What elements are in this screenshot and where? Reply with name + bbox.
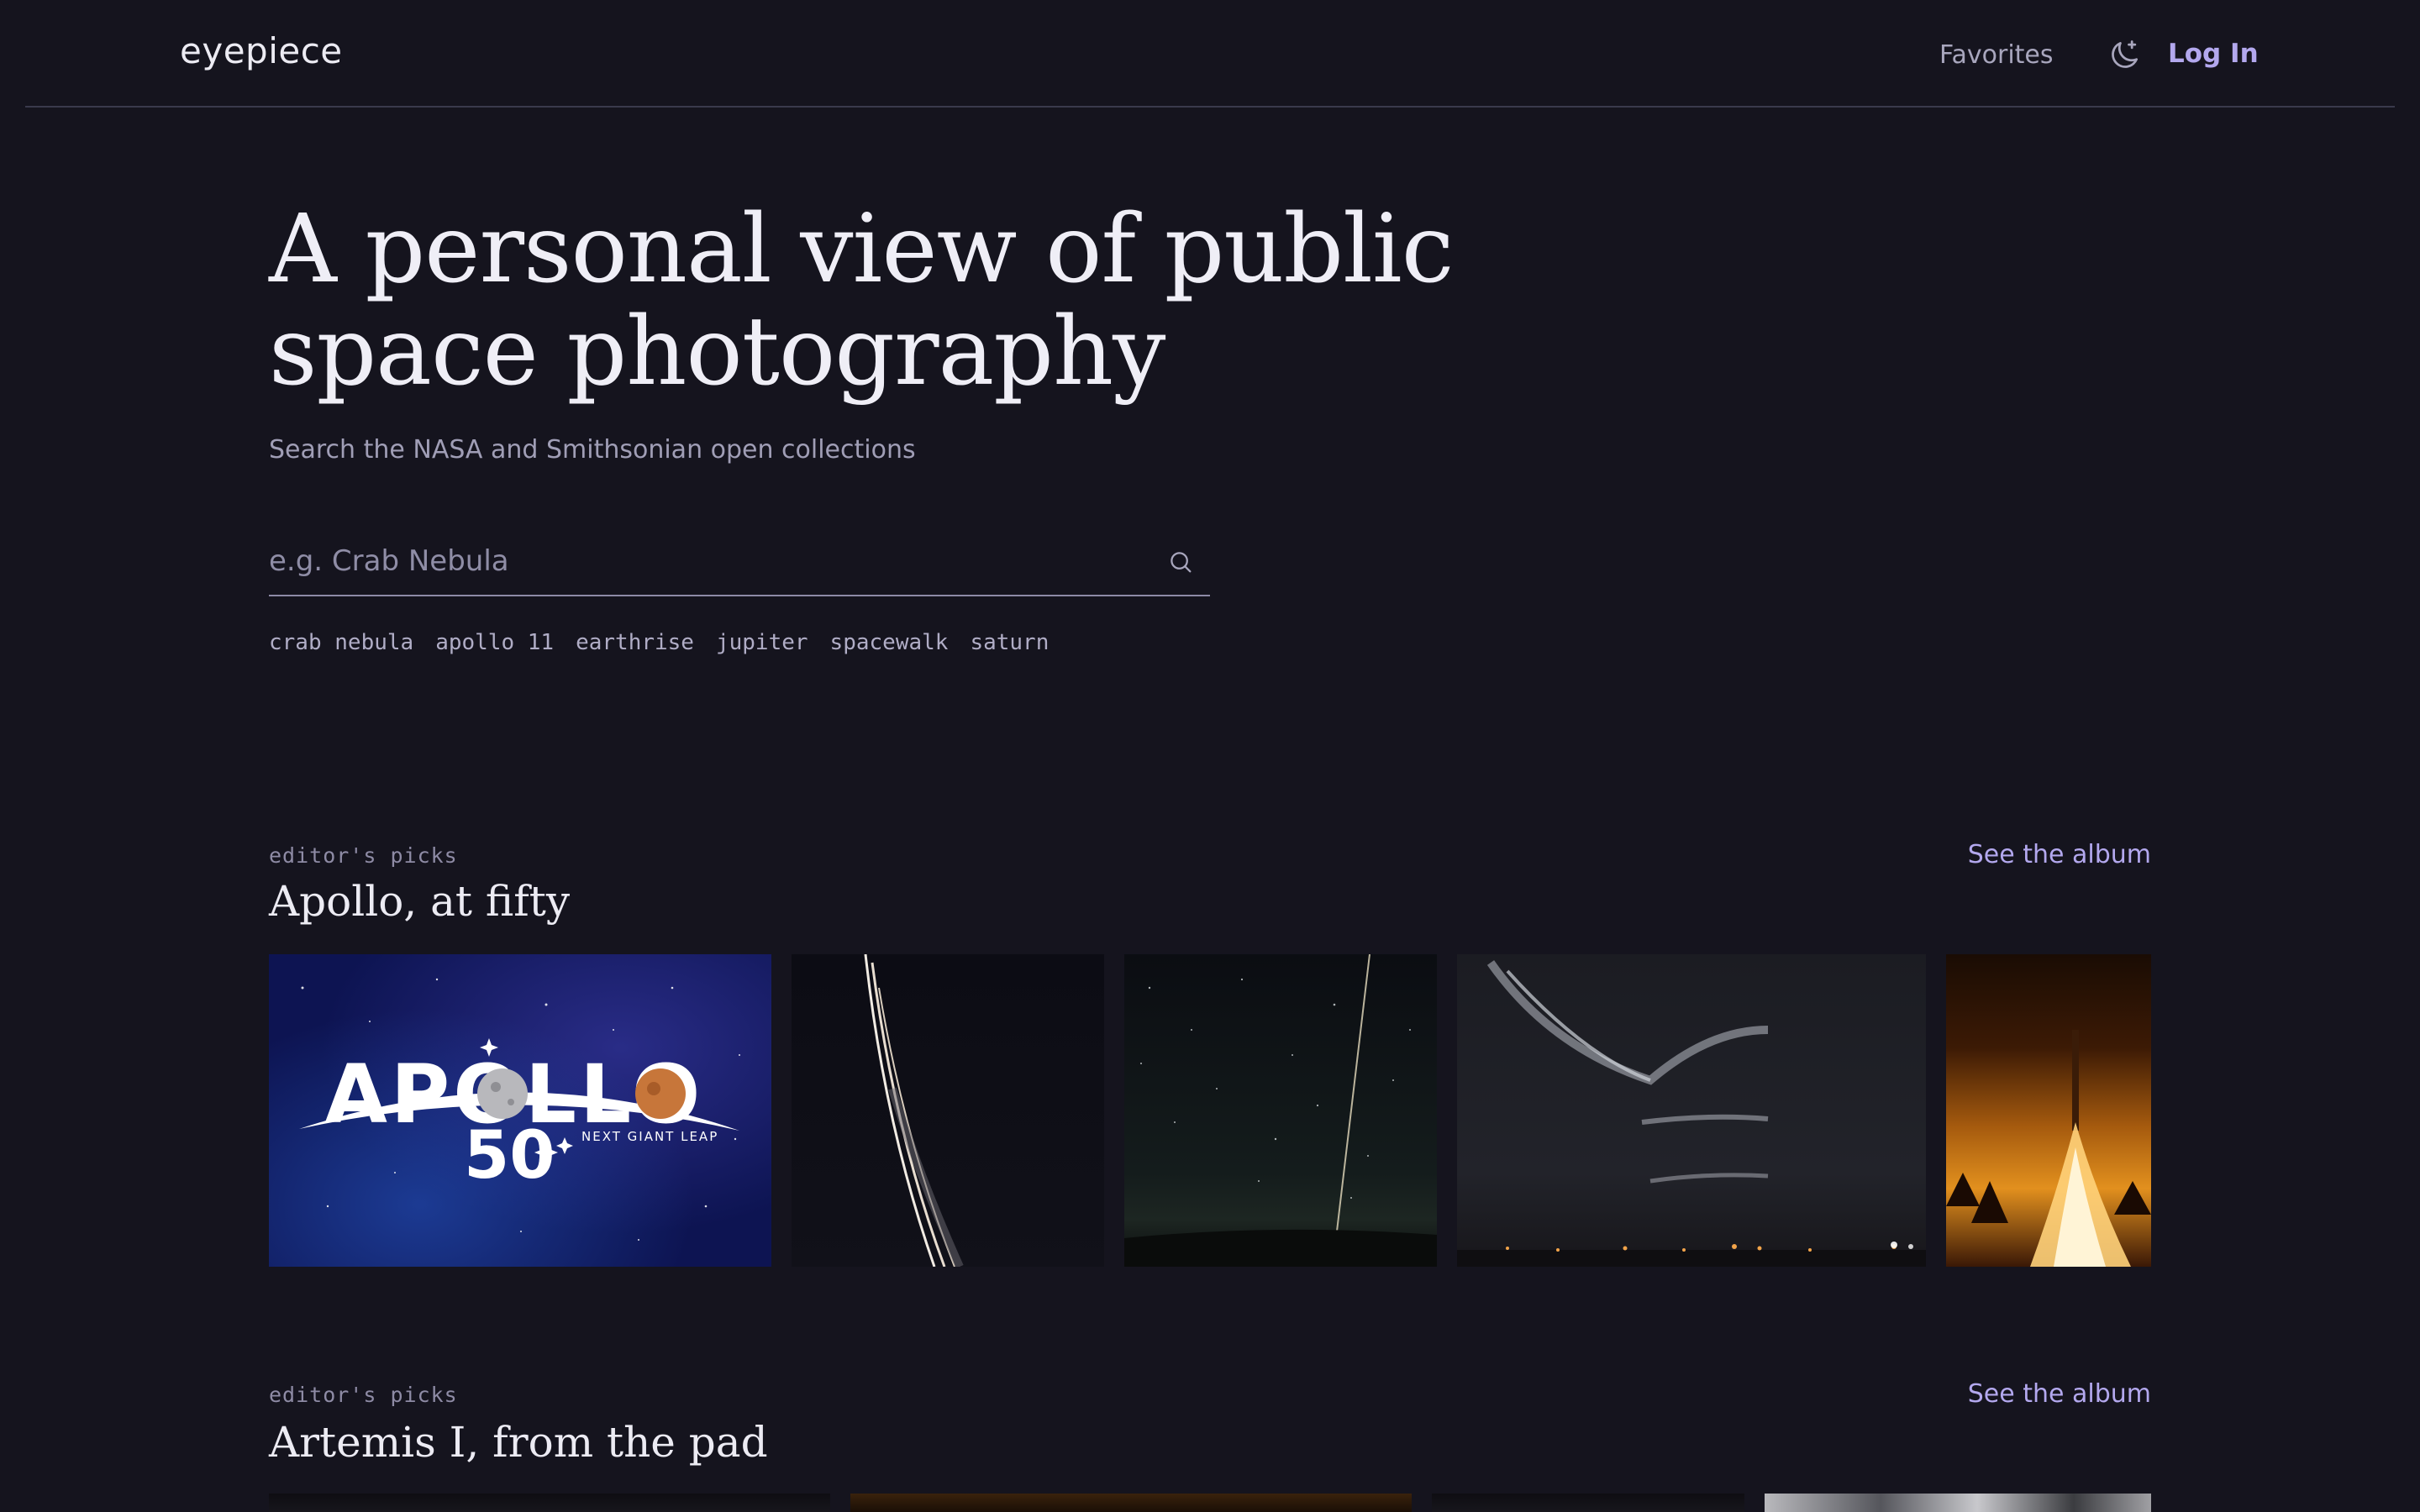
tag-earthrise[interactable]: earthrise	[576, 630, 694, 655]
hero-subtitle: Search the NASA and Smithsonian open col…	[269, 435, 916, 465]
album-title: Artemis I, from the pad	[269, 1418, 768, 1467]
tag-spacewalk[interactable]: spacewalk	[830, 630, 949, 655]
search-icon[interactable]	[1166, 548, 1195, 576]
rocket-launch-image	[1946, 1030, 2151, 1267]
see-album-link[interactable]: See the album	[1933, 1379, 2151, 1409]
star-sky-image	[1124, 954, 1437, 1267]
album-thumbnail[interactable]	[1765, 1494, 2151, 1512]
night-clouds-image	[1457, 960, 1926, 1267]
see-album-link[interactable]: See the album	[1933, 840, 2151, 869]
hero-title: A personal view of public space photogra…	[269, 198, 1613, 403]
tag-saturn[interactable]: saturn	[970, 630, 1049, 655]
album-kicker: editor's picks	[269, 843, 458, 868]
suggested-searches: crab nebula apollo 11 earthrise jupiter …	[269, 630, 1049, 655]
album-thumbnail[interactable]	[1946, 954, 2151, 1267]
album-thumbnail[interactable]	[1432, 1494, 1744, 1512]
hero-title-line-2: space photography	[269, 297, 1165, 407]
launch-streak-image	[864, 954, 964, 1267]
hero-title-line-1: A personal view of public	[269, 195, 1454, 304]
search-input[interactable]	[269, 531, 1126, 591]
apollo-logo-number: 50	[464, 1118, 555, 1194]
moon-star-icon	[2112, 40, 2139, 68]
site-header: eyepiece Favorites Log In	[25, 0, 2395, 108]
album-thumbnail[interactable]	[269, 1494, 830, 1512]
album-thumbnail[interactable]	[850, 1494, 1412, 1512]
album-title: Apollo, at fifty	[269, 877, 571, 926]
login-button[interactable]: Log In	[2168, 39, 2259, 69]
search-bar	[269, 531, 1210, 596]
apollo-50-logo-image: APOLLO 50 NEXT GIANT LEAP	[299, 978, 740, 1241]
album-thumbnail[interactable]	[1457, 954, 1926, 1267]
tag-apollo-11[interactable]: apollo 11	[435, 630, 554, 655]
site-logo[interactable]: eyepiece	[180, 30, 343, 71]
album-thumbnail[interactable]: APOLLO 50 NEXT GIANT LEAP	[269, 954, 771, 1267]
album-kicker: editor's picks	[269, 1383, 458, 1407]
album-thumbnail[interactable]	[1124, 954, 1437, 1267]
tag-jupiter[interactable]: jupiter	[716, 630, 808, 655]
nav-favorites-link[interactable]: Favorites	[1939, 40, 2054, 70]
theme-toggle-button[interactable]	[2106, 37, 2143, 74]
tag-crab-nebula[interactable]: crab nebula	[269, 630, 413, 655]
album-thumbnail[interactable]	[792, 954, 1104, 1267]
apollo-logo-tagline: NEXT GIANT LEAP	[581, 1129, 718, 1144]
